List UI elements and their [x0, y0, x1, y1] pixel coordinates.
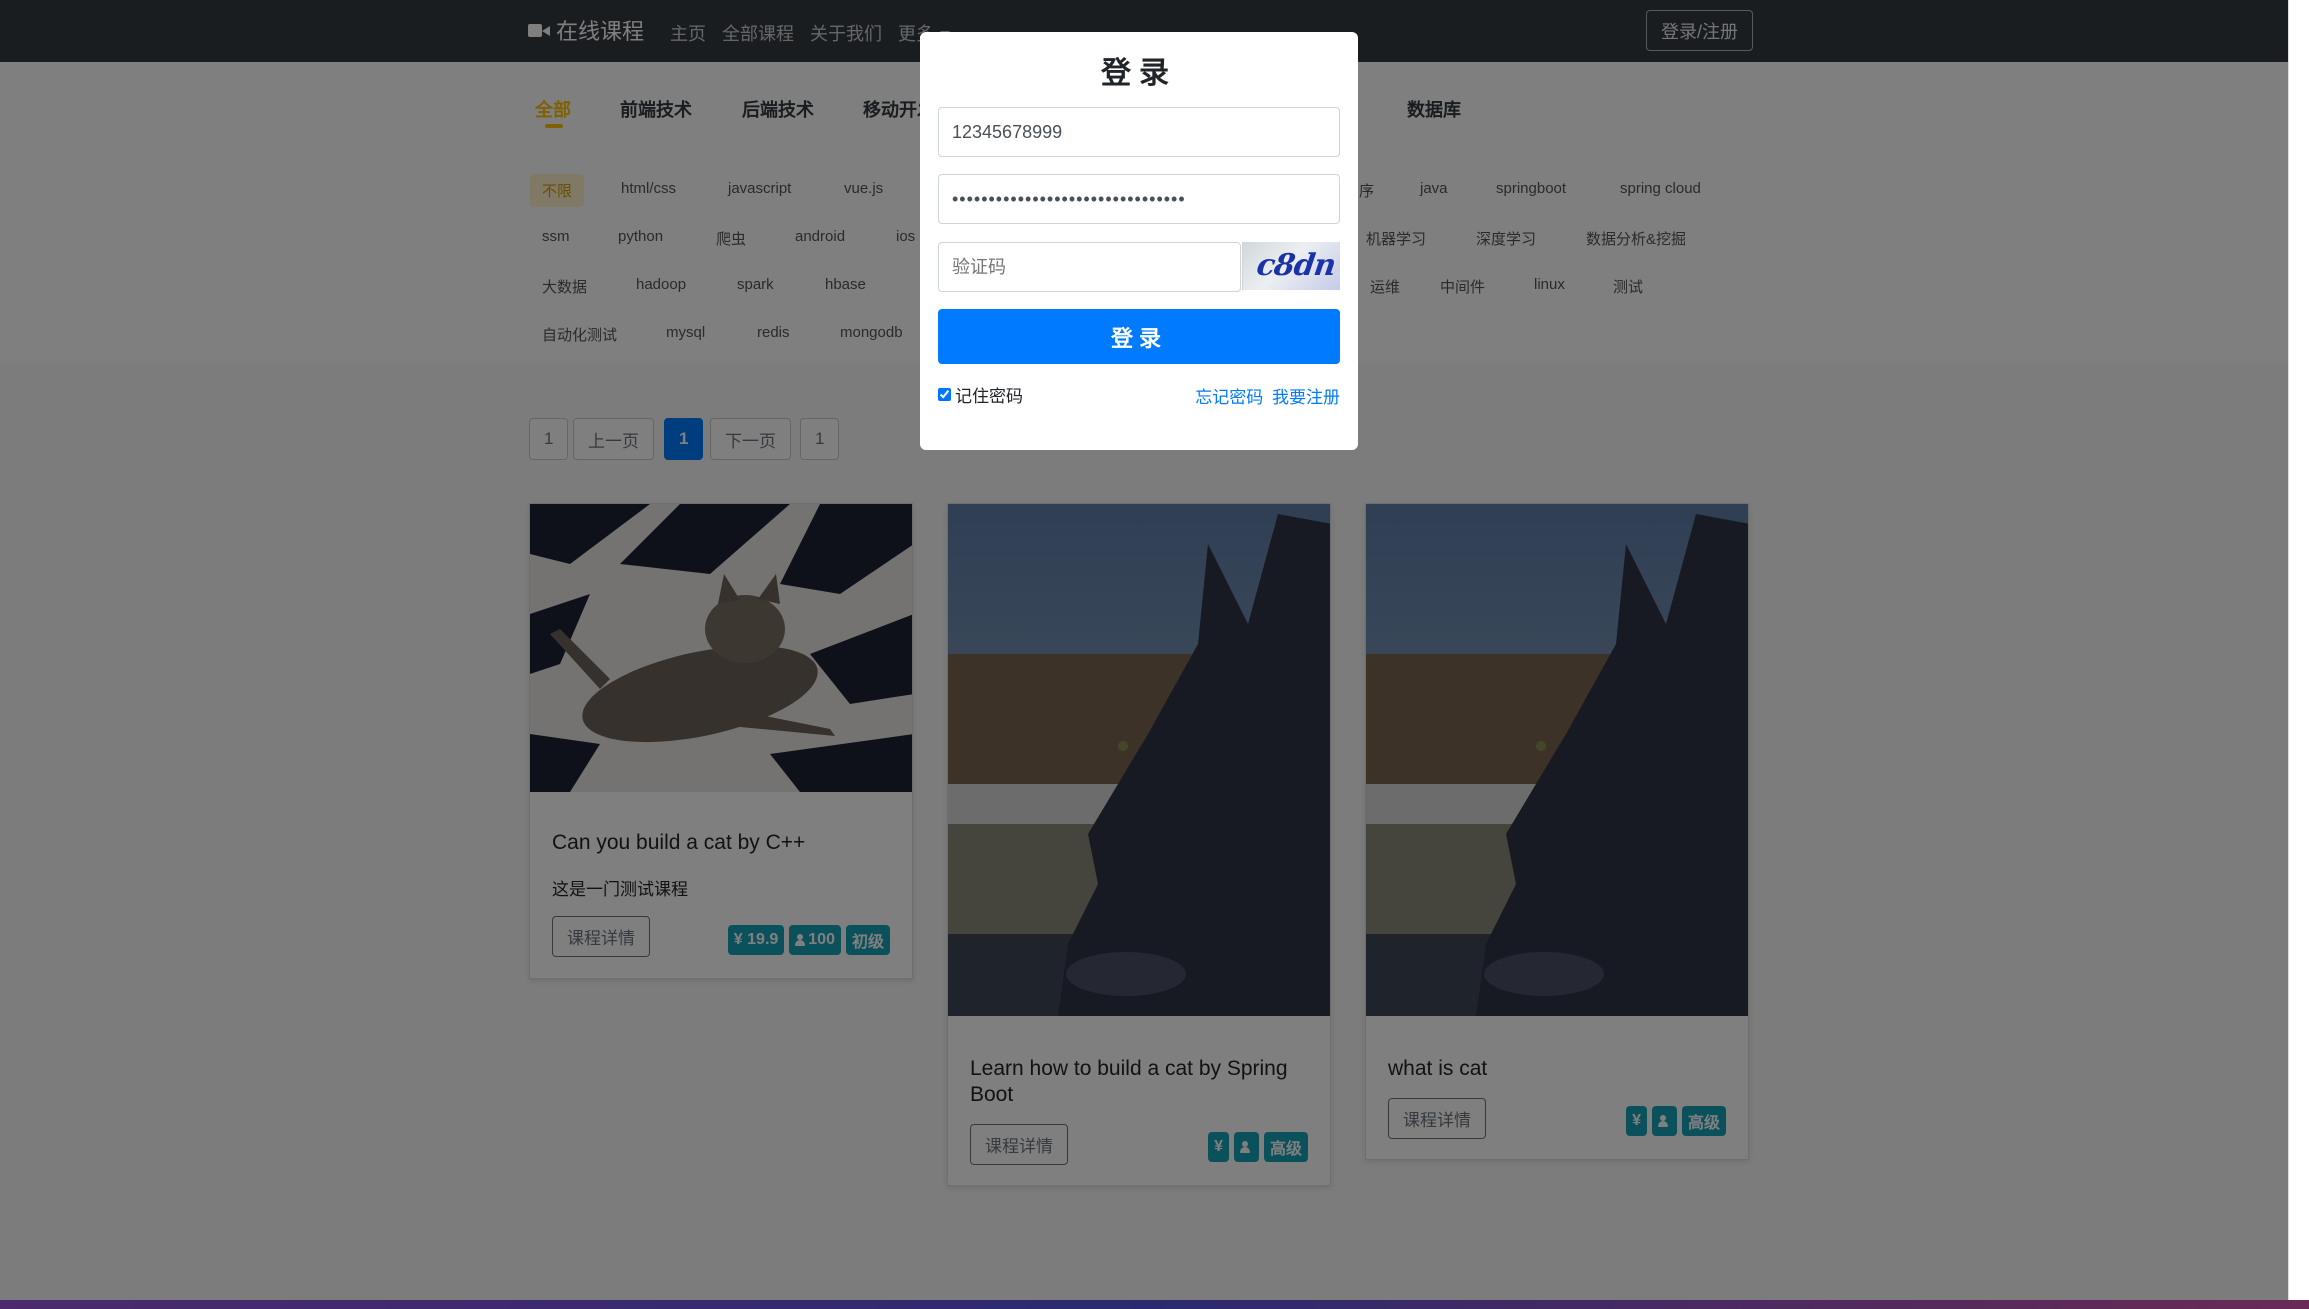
desktop-edge — [0, 1300, 2309, 1309]
login-modal: 登录 c8dn 登录 记住密码 忘记密码 我要注册 — [920, 32, 1358, 450]
remember-label: 记住密码 — [955, 387, 1023, 406]
register-link[interactable]: 我要注册 — [1272, 388, 1340, 407]
phone-input[interactable] — [938, 107, 1340, 157]
captcha-input[interactable] — [938, 242, 1241, 292]
captcha-image[interactable]: c8dn — [1242, 242, 1340, 290]
remember-password[interactable]: 记住密码 — [938, 382, 1023, 407]
captcha-text: c8dn — [1254, 248, 1338, 283]
remember-checkbox[interactable] — [938, 388, 951, 401]
modal-links: 忘记密码 我要注册 — [1191, 383, 1340, 408]
login-submit-button[interactable]: 登录 — [938, 309, 1340, 364]
forgot-password-link[interactable]: 忘记密码 — [1195, 388, 1263, 407]
window-edge — [2288, 0, 2309, 1309]
modal-title: 登录 — [1101, 57, 1177, 90]
password-input[interactable] — [938, 174, 1340, 224]
